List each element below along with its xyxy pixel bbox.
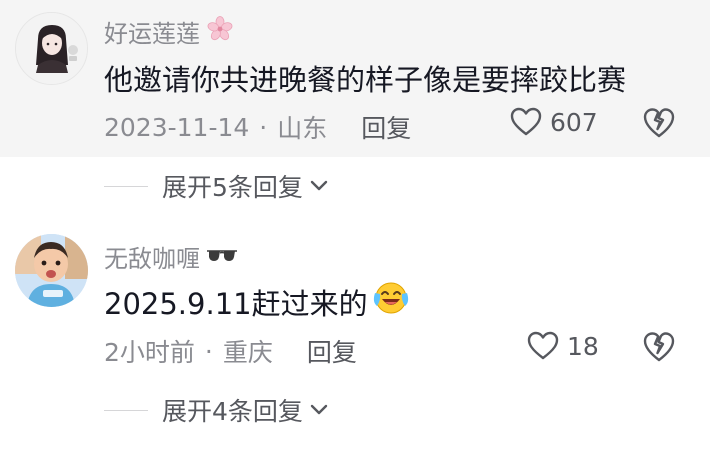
avatar-illustration [16,13,87,84]
comment-text: 2025.9.11赶过来的 [104,280,410,323]
expand-replies-label: 展开4条回复 [162,397,303,426]
like-button[interactable]: 607 [510,107,598,137]
comment-location: 重庆 [222,338,273,367]
avatar-photo [15,234,88,307]
username-text: 好运莲莲 [104,20,200,48]
username[interactable]: 无敌咖喱 [104,239,238,274]
comment-item: 好运莲莲 他邀请你共进晚餐的样子像是要摔跤比赛 2023-11-14 · 山东 … [0,0,710,157]
like-count: 18 [567,331,599,361]
comment-item: 无敌咖喱 2025.9.11赶过来的 2小时前 · 重庆 回复 18 [0,215,710,375]
laughing-crying-face-icon [372,280,410,323]
comment-location: 山东 [277,114,328,143]
reply-button[interactable]: 回复 [307,333,357,369]
avatar[interactable] [15,12,88,85]
comment-meta: 2023-11-14 · 山东 回复 [104,109,411,145]
meta-separator: · [259,112,268,142]
dislike-button[interactable] [642,107,676,143]
broken-heart-icon [643,108,675,138]
comment-text-body: 2025.9.11赶过来的 [104,286,368,321]
username-text: 无敌咖喱 [104,245,200,273]
dislike-button[interactable] [642,331,676,367]
heart-icon [527,331,559,360]
avatar[interactable] [15,234,88,307]
chevron-down-icon [310,180,328,191]
comment-date: 2023-11-14 [104,112,250,142]
expand-replies-button[interactable]: 展开5条回复 [104,168,329,204]
divider-line [104,185,148,187]
cherry-blossom-icon [206,15,234,49]
divider-line [104,409,148,411]
like-button[interactable]: 18 [527,331,599,361]
comment-date: 2小时前 [104,338,195,367]
username[interactable]: 好运莲莲 [104,14,234,49]
chevron-down-icon [310,404,328,415]
comment-meta: 2小时前 · 重庆 回复 [104,333,357,369]
like-count: 607 [550,107,598,137]
heart-icon [510,107,542,136]
comment-text: 他邀请你共进晚餐的样子像是要摔跤比赛 [104,63,627,97]
sunglasses-icon [206,243,238,271]
expand-replies-button[interactable]: 展开4条回复 [104,392,329,428]
broken-heart-icon [643,332,675,362]
meta-separator: · [204,336,213,366]
reply-button[interactable]: 回复 [361,109,411,145]
expand-replies-label: 展开5条回复 [162,173,303,202]
